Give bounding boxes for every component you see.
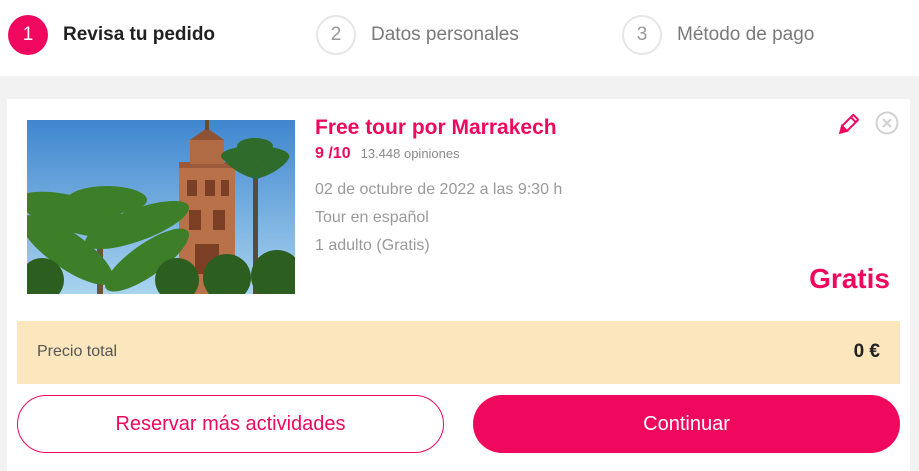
- total-value: 0 €: [853, 341, 880, 362]
- step-payment-method: 3 Método de pago: [622, 14, 814, 56]
- step-number: 1: [8, 15, 48, 55]
- close-circle-icon[interactable]: [875, 111, 899, 135]
- step-number: 2: [316, 15, 356, 55]
- total-label: Precio total: [37, 343, 118, 360]
- tour-language: Tour en español: [315, 209, 429, 226]
- tour-participants: 1 adulto (Gratis): [315, 237, 430, 254]
- step-label: Datos personales: [371, 24, 519, 45]
- step-personal-data: 2 Datos personales: [316, 14, 519, 56]
- step-label: Revisa tu pedido: [63, 24, 216, 45]
- continue-button[interactable]: Continuar: [473, 395, 900, 453]
- review-count: 13.448 opiniones: [360, 146, 460, 161]
- pencil-icon[interactable]: [836, 113, 860, 137]
- tour-date: 02 de octubre de 2022 a las 9:30 h: [315, 181, 563, 198]
- tour-photo: [27, 120, 295, 294]
- book-more-activities-button[interactable]: Reservar más actividades: [17, 395, 444, 453]
- order-item-card: Free tour por Marrakech 9 /10 13.448 opi…: [7, 99, 910, 471]
- tour-title[interactable]: Free tour por Marrakech: [315, 116, 557, 140]
- step-number: 3: [622, 15, 662, 55]
- step-review-order: 1 Revisa tu pedido: [8, 14, 215, 56]
- total-price-bar: Precio total 0 €: [17, 321, 900, 384]
- checkout-stepper: 1 Revisa tu pedido 2 Datos personales 3 …: [0, 0, 919, 76]
- rating-score: 9 /10: [315, 145, 351, 162]
- rating-row: 9 /10 13.448 opiniones: [315, 145, 460, 163]
- step-label: Método de pago: [677, 24, 815, 45]
- item-price: Gratis: [809, 263, 890, 294]
